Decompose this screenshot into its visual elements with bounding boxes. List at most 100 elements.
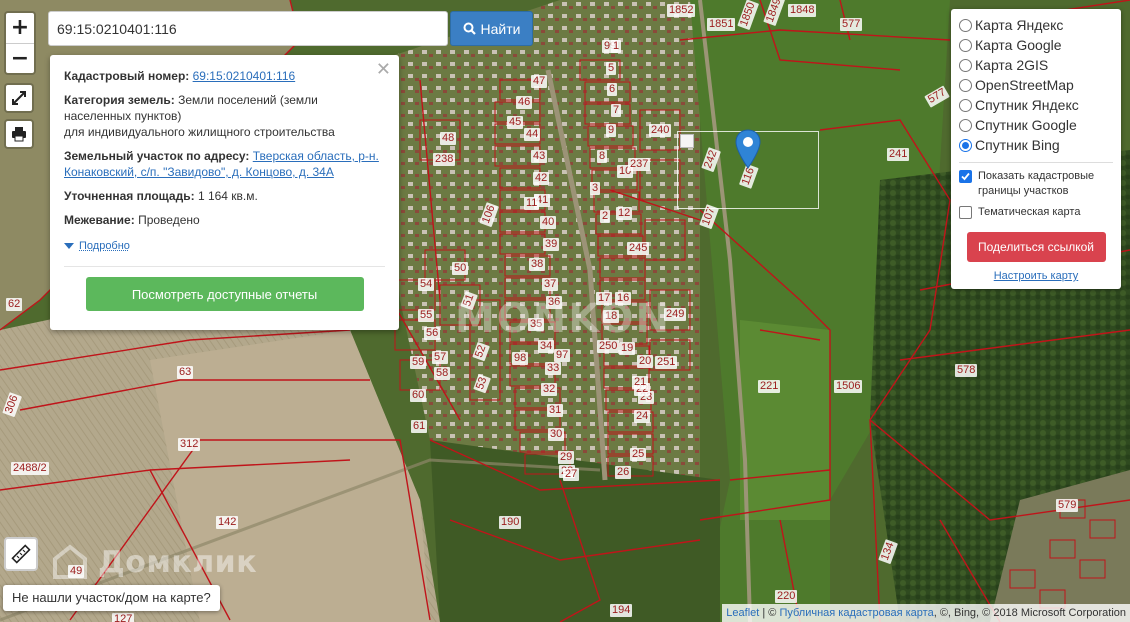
parcel-number-label: 11 bbox=[524, 197, 540, 210]
share-link-button[interactable]: Поделиться ссылкой bbox=[966, 232, 1106, 262]
parcel-number-label: 24 bbox=[634, 410, 651, 423]
parcel-number-label: 38 bbox=[529, 258, 546, 271]
parcel-number-label: 58 bbox=[434, 367, 451, 380]
thematic-map-checkbox[interactable] bbox=[959, 206, 972, 219]
map-marker-icon[interactable] bbox=[735, 129, 761, 169]
broken-image-icon bbox=[680, 134, 694, 148]
not-found-button[interactable]: Не нашли участок/дом на карте? bbox=[3, 585, 220, 611]
leaflet-link[interactable]: Leaflet bbox=[726, 607, 759, 619]
parcel-info-popup: ✕ Кадастровый номер: 69:15:0210401:116 К… bbox=[50, 55, 399, 330]
parcel-number-label: 2488/2 bbox=[11, 462, 49, 475]
parcel-number-label: 142 bbox=[216, 516, 239, 529]
cadastral-number-row: Кадастровый номер: 69:15:0210401:116 bbox=[64, 68, 385, 84]
checkmark-icon bbox=[961, 172, 970, 181]
parcel-number-label: 55 bbox=[418, 309, 435, 322]
basemap-option[interactable]: Спутник Google bbox=[959, 115, 1113, 135]
parcel-number-label: 1852 bbox=[667, 4, 696, 17]
basemap-option-label: OpenStreetMap bbox=[975, 77, 1074, 93]
parcel-number-label: 220 bbox=[775, 590, 798, 603]
parcel-number-label: 46 bbox=[516, 96, 533, 109]
domclick-logo: Домклик bbox=[52, 544, 257, 580]
basemap-radio[interactable] bbox=[959, 18, 972, 32]
thematic-map-label: Тематическая карта bbox=[978, 206, 1081, 218]
zoom-in-button[interactable]: + bbox=[6, 13, 34, 43]
parcel-number-label: 33 bbox=[545, 362, 562, 375]
basemap-option-label: Карта 2GIS bbox=[975, 57, 1049, 73]
parcel-number-label: 238 bbox=[433, 153, 456, 166]
basemap-option[interactable]: Карта Яндекс bbox=[959, 15, 1113, 35]
show-borders-option[interactable]: Показать кадастровые границы участков bbox=[959, 169, 1113, 199]
parcel-number-label: 21 bbox=[632, 376, 649, 389]
parcel-number-label: 19 bbox=[619, 342, 636, 355]
parcel-number-label: 251 bbox=[655, 356, 678, 369]
print-button[interactable] bbox=[4, 119, 34, 149]
watermark-monkon: MONKON bbox=[455, 296, 671, 342]
domclick-house-icon bbox=[53, 544, 87, 579]
view-reports-button[interactable]: Посмотреть доступные отчеты bbox=[85, 277, 364, 311]
parcel-number-label: 245 bbox=[627, 242, 650, 255]
search-button[interactable]: Найти bbox=[450, 11, 533, 46]
land-use-value: для индивидуального жилищного строительс… bbox=[64, 125, 335, 139]
parcel-number-label: 127 bbox=[112, 613, 135, 622]
basemap-radio[interactable] bbox=[959, 138, 972, 152]
parcel-number-label: 312 bbox=[178, 438, 201, 451]
thematic-map-option[interactable]: Тематическая карта bbox=[959, 205, 1113, 220]
close-icon[interactable]: ✕ bbox=[376, 61, 391, 79]
show-borders-label: Показать кадастровые границы участков bbox=[978, 170, 1095, 197]
parcel-number-label: 47 bbox=[531, 75, 548, 88]
basemap-option[interactable]: Карта Google bbox=[959, 35, 1113, 55]
parcel-number-label: 45 bbox=[507, 116, 524, 129]
basemap-option-label: Спутник Яндекс bbox=[975, 97, 1079, 113]
ruler-icon bbox=[11, 544, 31, 564]
parcel-number-label: 1506 bbox=[834, 380, 863, 393]
address-label: Земельный участок по адресу: bbox=[64, 149, 250, 163]
parcel-number-label: 194 bbox=[610, 604, 633, 617]
configure-map-link[interactable]: Настроить карту bbox=[959, 270, 1113, 282]
parcel-number-label: 241 bbox=[887, 148, 910, 161]
layers-panel: Карта Яндекс Карта Google Карта 2GIS OpenSt… bbox=[951, 9, 1121, 289]
parcel-number-label: 32 bbox=[541, 383, 558, 396]
parcel-number-label: 31 bbox=[547, 404, 564, 417]
basemap-radio[interactable] bbox=[959, 118, 972, 132]
address-row: Земельный участок по адресу: Тверская об… bbox=[64, 148, 385, 180]
parcel-number-label: 190 bbox=[499, 516, 522, 529]
parcel-number-label: 240 bbox=[649, 124, 672, 137]
parcel-number-label: 7 bbox=[611, 104, 622, 117]
basemap-radio[interactable] bbox=[959, 98, 972, 112]
basemap-radio[interactable] bbox=[959, 58, 972, 72]
zoom-out-button[interactable]: − bbox=[6, 43, 34, 73]
basemap-option[interactable]: OpenStreetMap bbox=[959, 75, 1113, 95]
details-toggle-label: Подробно bbox=[79, 240, 130, 252]
triangle-down-icon bbox=[64, 243, 74, 249]
basemap-option-label: Карта Google bbox=[975, 37, 1062, 53]
basemap-option[interactable]: Карта 2GIS bbox=[959, 55, 1113, 75]
cadastral-map-link[interactable]: Публичная кадастровая карта bbox=[779, 607, 933, 619]
parcel-number-label: 50 bbox=[452, 262, 469, 275]
parcel-number-label: 1848 bbox=[788, 4, 817, 17]
map-attribution: Leaflet | © Публичная кадастровая карта,… bbox=[722, 604, 1130, 622]
ruler-button[interactable] bbox=[4, 537, 38, 571]
parcel-number-label: 5 bbox=[606, 62, 617, 75]
cadastral-number-link[interactable]: 69:15:0210401:116 bbox=[193, 69, 296, 83]
parcel-number-label: 39 bbox=[543, 238, 560, 251]
basemap-option[interactable]: Спутник Яндекс bbox=[959, 95, 1113, 115]
parcel-number-label: 29 bbox=[558, 451, 575, 464]
search-input[interactable] bbox=[48, 11, 448, 46]
layers-divider bbox=[959, 162, 1113, 163]
fullscreen-button[interactable] bbox=[4, 83, 34, 113]
show-borders-checkbox[interactable] bbox=[959, 170, 972, 183]
basemap-radio[interactable] bbox=[959, 38, 972, 52]
basemap-radio[interactable] bbox=[959, 78, 972, 92]
parcel-number-label: 237 bbox=[628, 158, 651, 171]
parcel-number-label: 25 bbox=[630, 448, 647, 461]
zoom-control: + − bbox=[4, 11, 36, 75]
parcel-number-label: 57 bbox=[432, 351, 449, 364]
details-toggle[interactable]: Подробно bbox=[64, 238, 385, 267]
area-value: 1 164 кв.м. bbox=[197, 189, 258, 203]
basemap-option-label: Спутник Bing bbox=[975, 137, 1060, 153]
parcel-number-label: 97 bbox=[554, 349, 571, 362]
basemap-option[interactable]: Спутник Bing bbox=[959, 135, 1113, 155]
cadastral-number-label: Кадастровый номер: bbox=[64, 69, 190, 83]
parcel-number-label: 1851 bbox=[707, 18, 736, 31]
parcel-number-label: 2 bbox=[600, 210, 611, 223]
